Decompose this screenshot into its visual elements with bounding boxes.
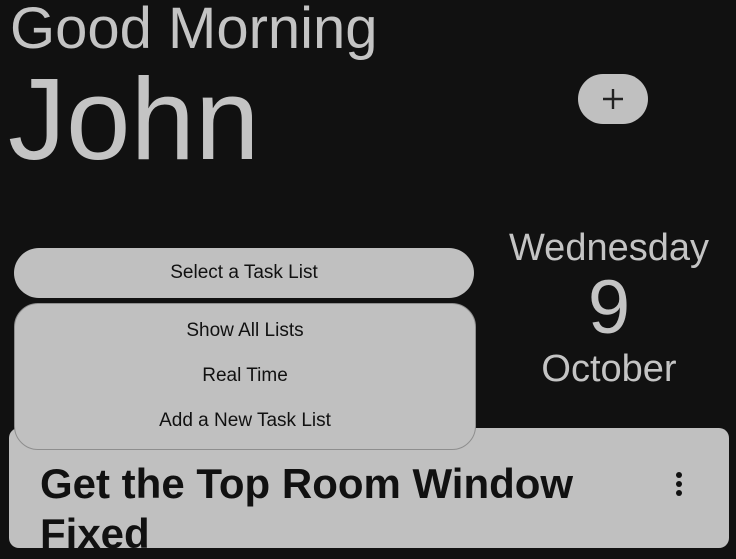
task-list-dropdown: Show All Lists Real Time Add a New Task … [14, 303, 476, 450]
date-weekday: Wednesday [509, 227, 709, 269]
dropdown-item-show-all-lists[interactable]: Show All Lists [15, 319, 475, 343]
dropdown-item-real-time[interactable]: Real Time [15, 364, 475, 388]
date-month: October [541, 348, 677, 390]
dropdown-item-add-new-task-list[interactable]: Add a New Task List [15, 409, 475, 433]
date-day: 9 [587, 265, 631, 350]
select-task-list-button[interactable]: Select a Task List [14, 248, 474, 298]
add-task-button[interactable] [578, 74, 648, 124]
more-vertical-icon[interactable] [665, 468, 693, 500]
user-name: John [8, 54, 260, 184]
greeting-text: Good Morning [10, 0, 378, 61]
date-display: Wednesday 9 October [490, 226, 728, 392]
task-title: Get the Top Room Window Fixed [40, 460, 574, 557]
plus-icon [601, 87, 625, 111]
